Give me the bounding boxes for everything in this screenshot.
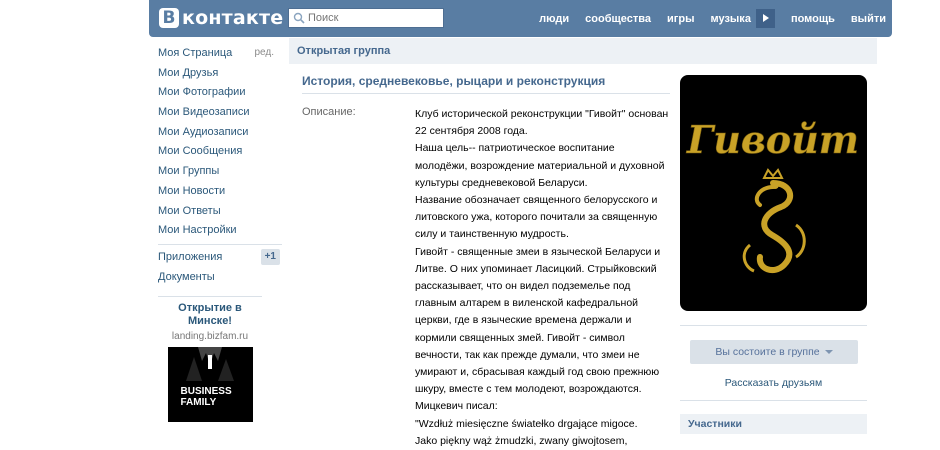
sidebar-ad[interactable]: Открытие в Минске! landing.bizfam.ru BUS… bbox=[158, 296, 262, 422]
description-line: Литве. О них упоминает Ласицкий. Стрыйко… bbox=[415, 262, 657, 275]
description-line: вечности, так как прежде думали, что зме… bbox=[415, 348, 640, 361]
participants-header[interactable]: Участники bbox=[680, 414, 867, 434]
description-line: рассказывает, что он видел подземелье по… bbox=[415, 280, 631, 293]
sidebar-item-apps[interactable]: Приложения +1 bbox=[158, 248, 282, 268]
avatar-title-text: Гивойт bbox=[686, 117, 859, 162]
sidebar-divider bbox=[158, 243, 282, 245]
chevron-down-icon bbox=[824, 350, 833, 355]
group-description: Клуб исторической реконструкции "Гивойт"… bbox=[415, 106, 669, 450]
top-nav: люди сообщества игры музыка помощь выйти bbox=[523, 0, 886, 37]
share-with-friends-link[interactable]: Рассказать друзьям bbox=[680, 377, 867, 389]
ad-image-text: BUSINESS FAMILY bbox=[181, 386, 232, 408]
ad-url: landing.bizfam.ru bbox=[171, 331, 249, 342]
description-line: шкуру, вместе с тем молодеют, возрождают… bbox=[415, 383, 642, 396]
description-line: кормили священных змей. Гивойт - символ bbox=[415, 331, 625, 344]
sidebar-item-documents[interactable]: Документы bbox=[158, 268, 282, 288]
description-line: церкви, где в языческие времена держали … bbox=[415, 314, 632, 327]
serpent-emblem-graphic: Гивойт bbox=[686, 117, 859, 274]
description-line: литовского ужа, которого почитали за свя… bbox=[415, 211, 658, 224]
ad-title-line2[interactable]: Минске! bbox=[158, 315, 262, 328]
group-title: История, средневековье, рыцари и реконст… bbox=[302, 74, 606, 88]
sidebar-item-news[interactable]: Мои Новости bbox=[158, 182, 282, 202]
sidebar-item-label: Моя Страница bbox=[158, 47, 233, 59]
edit-link[interactable]: ред. bbox=[254, 44, 274, 62]
description-line: умирают и, сбрасывая каждый год свою пре… bbox=[415, 366, 660, 379]
description-line: молодёжи, возрождение материальной и дух… bbox=[415, 159, 665, 172]
sidebar-item-answers[interactable]: Мои Ответы bbox=[158, 202, 282, 222]
description-label: Описание: bbox=[302, 106, 356, 118]
avatar-divider bbox=[680, 325, 867, 326]
ad-image-line2: FAMILY bbox=[180, 397, 217, 408]
description-line: главным алтарем в виленской кафедральной bbox=[415, 297, 639, 310]
sidebar-item-settings[interactable]: Мои Настройки bbox=[158, 221, 282, 241]
sidebar-item-videos[interactable]: Мои Видеозаписи bbox=[158, 103, 282, 123]
group-type-header: Открытая группа bbox=[289, 38, 877, 64]
membership-button-label: Вы состоите в группе bbox=[715, 346, 820, 358]
description-line: Мицкевич писал: bbox=[415, 400, 498, 413]
nav-communities[interactable]: сообщества bbox=[585, 13, 651, 25]
apps-count-badge: +1 bbox=[260, 248, 280, 265]
membership-button[interactable]: Вы состоите в группе bbox=[690, 340, 858, 364]
ad-image[interactable]: BUSINESS FAMILY bbox=[167, 347, 253, 422]
logo-letter: В bbox=[159, 8, 179, 28]
search-box[interactable] bbox=[288, 8, 444, 28]
nav-music[interactable]: музыка bbox=[710, 13, 750, 25]
sidebar-item-my-page[interactable]: Моя Страница ред. bbox=[158, 44, 282, 64]
title-divider bbox=[302, 93, 670, 94]
sidebar-item-audio[interactable]: Мои Аудиозаписи bbox=[158, 123, 282, 143]
description-line: "Wzdłuż miesięczne światełko drgające mi… bbox=[415, 417, 638, 430]
sidebar-item-friends[interactable]: Мои Друзья bbox=[158, 64, 282, 84]
nav-games[interactable]: игры bbox=[667, 13, 694, 25]
group-avatar[interactable]: Гивойт bbox=[680, 75, 867, 311]
description-line: Гивойт - священные змеи в языческой Бела… bbox=[415, 245, 661, 258]
description-line: силу и таинственную мудрость. bbox=[415, 228, 569, 241]
sidebar-item-label: Приложения bbox=[158, 250, 223, 263]
description-line: Название обозначает священного белорусск… bbox=[415, 194, 658, 207]
sidebar-item-photos[interactable]: Мои Фотографии bbox=[158, 83, 282, 103]
nav-help[interactable]: помощь bbox=[791, 13, 835, 25]
description-line: 22 сентября 2008 года. bbox=[415, 125, 528, 138]
ad-figures-graphic bbox=[185, 347, 234, 381]
ad-title-line1[interactable]: Открытие в bbox=[158, 302, 262, 315]
description-line: культуры средневековой Беларуси. bbox=[415, 176, 588, 189]
vk-logo[interactable]: В контакте bbox=[159, 7, 283, 29]
ad-image-line1: BUSINESS bbox=[180, 386, 232, 397]
description-line: Jako piękny wąż żmudzki, zwany giwojtose… bbox=[415, 434, 628, 447]
left-sidebar: Моя Страница ред. Мои Друзья Мои Фотогра… bbox=[158, 44, 282, 287]
top-header: В контакте люди сообщества игры музыка п… bbox=[149, 0, 892, 37]
description-line: Клуб исторической реконструкции "Гивойт"… bbox=[415, 108, 669, 120]
share-divider bbox=[680, 400, 867, 401]
search-input[interactable] bbox=[305, 12, 428, 24]
nav-people[interactable]: люди bbox=[539, 13, 569, 25]
search-icon bbox=[293, 12, 305, 24]
group-page: Открытая группа История, средневековье, … bbox=[289, 38, 877, 447]
nav-logout[interactable]: выйти bbox=[851, 13, 886, 25]
sidebar-item-groups[interactable]: Мои Группы bbox=[158, 162, 282, 182]
logo-text: контакте bbox=[182, 7, 284, 29]
sidebar-item-messages[interactable]: Мои Сообщения bbox=[158, 142, 282, 162]
description-line: Наша цель-- патриотическое воспитание bbox=[415, 142, 615, 155]
play-icon[interactable] bbox=[755, 9, 775, 28]
